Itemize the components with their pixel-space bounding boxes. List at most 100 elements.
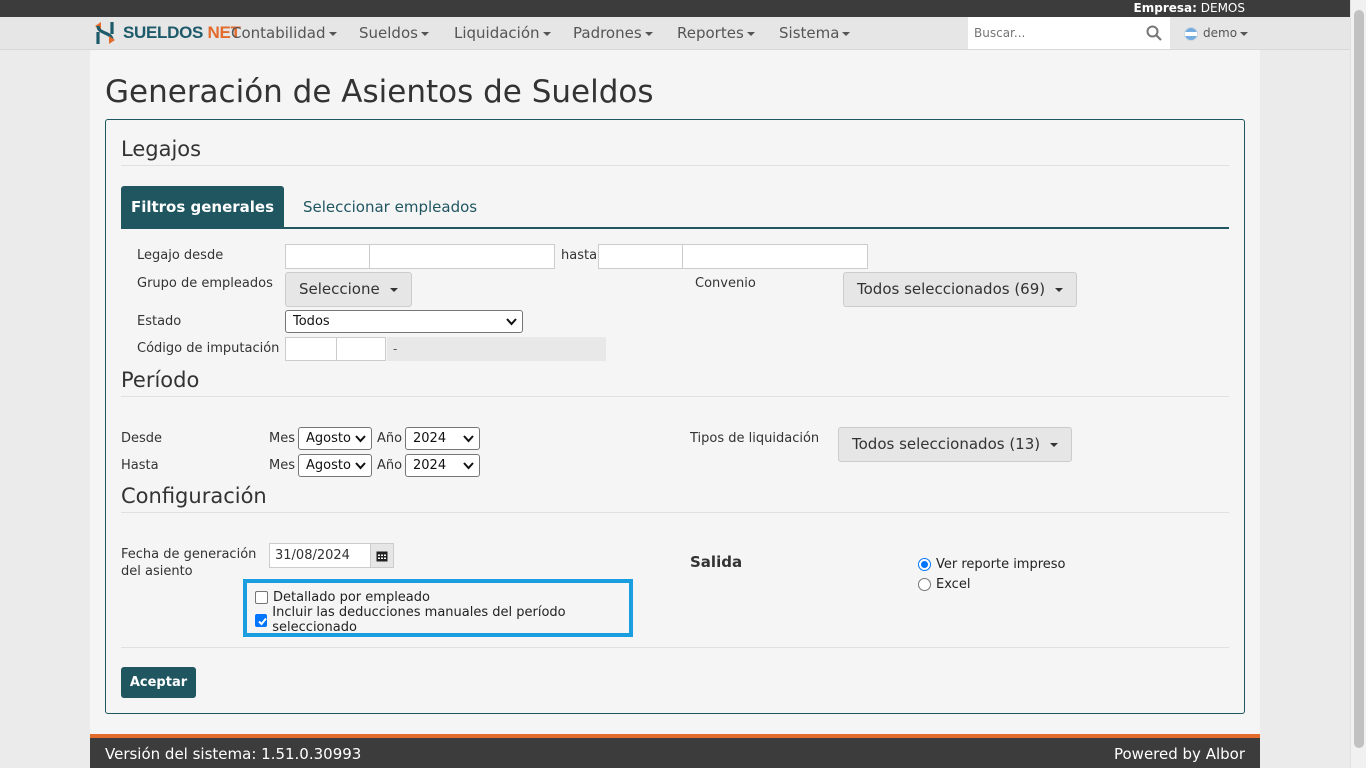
divider	[121, 647, 1229, 648]
radio-impreso-label: Ver reporte impreso	[936, 556, 1066, 572]
company-value: DEMOS	[1200, 1, 1245, 15]
salida-label: Salida	[690, 553, 743, 571]
salida-option-impreso[interactable]: Ver reporte impreso	[918, 555, 1066, 573]
chevron-down-icon	[355, 462, 366, 470]
company-indicator: Empresa: DEMOS	[1134, 1, 1245, 15]
tipos-liquidacion-value: Todos seleccionados (13)	[852, 435, 1041, 453]
legajo-hasta-label: hasta	[561, 248, 598, 263]
legajo-hasta-code-input[interactable]	[598, 244, 683, 269]
chevron-down-icon	[355, 435, 366, 443]
convenio-dropdown[interactable]: Todos seleccionados (69)	[843, 272, 1078, 307]
check-icon	[258, 617, 267, 625]
divider	[121, 512, 1229, 513]
divider	[121, 396, 1229, 397]
radio-impreso[interactable]	[918, 557, 931, 571]
user-menu[interactable]: demo	[1184, 17, 1249, 50]
estado-label: Estado	[137, 314, 182, 329]
salida-option-excel[interactable]: Excel	[918, 575, 970, 593]
nav-padrones[interactable]: Padrones	[573, 17, 653, 50]
periodo-hasta-label: Hasta	[121, 458, 159, 473]
nav-label: Liquidación	[454, 24, 540, 42]
desde-mes-value: Agosto	[306, 431, 351, 446]
desde-anio-select[interactable]: 2024	[405, 427, 480, 450]
hasta-mes-label: Mes	[269, 458, 295, 473]
legajo-desde-label: Legajo desde	[137, 248, 224, 263]
filter-tabs: Filtros generales Seleccionar empleados	[121, 186, 1229, 229]
desde-anio-label: Año	[377, 431, 403, 446]
powered-by: Powered by Albor	[1113, 745, 1245, 763]
nav-label: Sistema	[779, 24, 840, 42]
system-version: Versión del sistema: 1.51.0.30993	[105, 745, 362, 763]
sueldos-net-logo-icon	[95, 22, 115, 44]
accept-button[interactable]: Aceptar	[121, 667, 196, 698]
caret-down-icon	[328, 31, 337, 36]
main-navbar: SUELDOS NET Contabilidad Sueldos Liquida…	[0, 17, 1350, 50]
legajo-hasta-name-input[interactable]	[682, 244, 868, 269]
chevron-down-icon	[506, 318, 517, 326]
caret-down-icon	[644, 31, 653, 36]
divider	[121, 165, 1229, 166]
grupo-label: Grupo de empleados	[137, 276, 273, 291]
caret-down-icon	[1240, 31, 1249, 36]
chevron-down-icon	[463, 462, 474, 470]
incluir-label: Incluir las deducciones manuales del per…	[272, 605, 566, 635]
desde-mes-label: Mes	[269, 431, 295, 446]
checkbox-group-highlight: Detallado por empleado Incluir las deduc…	[243, 579, 633, 637]
nav-contabilidad[interactable]: Contabilidad	[231, 17, 337, 50]
nav-liquidacion[interactable]: Liquidación	[454, 17, 551, 50]
calendar-button[interactable]	[370, 543, 394, 568]
grupo-dropdown[interactable]: Seleccione	[285, 272, 412, 307]
top-bar: Empresa: DEMOS	[0, 0, 1350, 17]
codigo-input-2[interactable]	[336, 337, 386, 361]
configuracion-title: Configuración	[121, 484, 267, 508]
page-content: Generación de Asientos de Sueldos Legajo…	[90, 50, 1260, 734]
radio-excel-label: Excel	[936, 576, 971, 592]
hasta-mes-select[interactable]: Agosto	[298, 454, 372, 477]
hasta-anio-select[interactable]: 2024	[405, 454, 480, 477]
nav-reportes[interactable]: Reportes	[677, 17, 755, 50]
incluir-checkbox-row[interactable]: Incluir las deducciones manuales del per…	[255, 605, 629, 635]
desde-mes-select[interactable]: Agosto	[298, 427, 372, 450]
caret-down-icon	[1055, 287, 1064, 292]
tab-seleccionar-empleados[interactable]: Seleccionar empleados	[303, 186, 477, 229]
tipos-liquidacion-label: Tipos de liquidación	[690, 431, 820, 446]
tab-filtros-generales[interactable]: Filtros generales	[121, 186, 284, 229]
convenio-value: Todos seleccionados (69)	[857, 280, 1046, 298]
detallado-checkbox[interactable]	[255, 590, 268, 604]
nav-sistema[interactable]: Sistema	[779, 17, 851, 50]
nav-label: Reportes	[677, 24, 744, 42]
legajo-desde-code-input[interactable]	[285, 244, 370, 269]
brand-logo[interactable]: SUELDOS NET	[92, 20, 241, 46]
desde-anio-value: 2024	[413, 431, 447, 446]
nav-label: Padrones	[573, 24, 642, 42]
detallado-checkbox-row[interactable]: Detallado por empleado	[255, 588, 430, 606]
codigo-input-1[interactable]	[285, 337, 337, 361]
hasta-anio-label: Año	[377, 458, 403, 473]
nav-label: Sueldos	[359, 24, 418, 42]
radio-excel[interactable]	[918, 577, 931, 591]
fecha-input[interactable]	[269, 543, 371, 568]
estado-value: Todos	[293, 314, 330, 329]
codigo-label: Código de imputación	[137, 341, 280, 356]
estado-select[interactable]: Todos	[285, 310, 523, 333]
search-icon[interactable]	[1146, 25, 1162, 41]
legajos-title: Legajos	[121, 137, 202, 161]
incluir-checkbox[interactable]	[255, 613, 268, 627]
caret-down-icon	[746, 31, 755, 36]
caret-down-icon	[842, 31, 851, 36]
chevron-down-icon	[463, 435, 474, 443]
nav-sueldos[interactable]: Sueldos	[359, 17, 429, 50]
form-panel: Legajos Filtros generales Seleccionar em…	[105, 119, 1245, 714]
legajo-desde-name-input[interactable]	[369, 244, 555, 269]
periodo-title: Período	[121, 368, 200, 392]
caret-down-icon	[542, 31, 551, 36]
caret-down-icon	[420, 31, 429, 36]
tipos-liquidacion-dropdown[interactable]: Todos seleccionados (13)	[838, 427, 1073, 462]
codigo-description: -	[387, 337, 606, 361]
brand-name: SUELDOS NET	[123, 23, 241, 43]
footer: Versión del sistema: 1.51.0.30993 Powere…	[90, 734, 1260, 768]
vertical-scrollbar[interactable]	[1350, 0, 1366, 768]
scrollbar-thumb[interactable]	[1354, 10, 1364, 748]
periodo-desde-label: Desde	[121, 431, 163, 446]
search-input[interactable]	[968, 17, 1138, 49]
